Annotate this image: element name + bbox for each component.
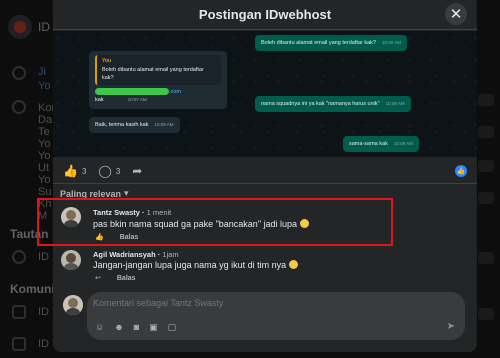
share-icon: ➦ — [132, 164, 143, 178]
sort-label: Paling relevan — [60, 188, 122, 199]
comment-icon: ◯ — [98, 164, 112, 178]
comment-author[interactable]: Agil Wadriansyah — [93, 250, 156, 259]
gif-icon[interactable]: ▣ — [149, 322, 158, 333]
chat-time: 10:09 AM — [393, 141, 413, 146]
close-button[interactable]: ✕ — [445, 3, 467, 25]
comment-count: 3 — [115, 166, 121, 176]
quoted-text: Boleh dibantu alamat email yang terdafta… — [102, 66, 204, 81]
like-count: 3 — [81, 166, 87, 176]
current-user-avatar — [63, 295, 83, 315]
comment-author-line: Agil Wadriansyah · 1jam — [93, 250, 179, 259]
send-icon[interactable]: ➤ — [447, 321, 455, 332]
comment-input[interactable] — [93, 298, 393, 308]
redacted-email — [95, 88, 169, 96]
email-domain: .com — [169, 89, 181, 95]
like-icon: 👍 — [63, 164, 78, 178]
chat-bubble: You Boleh dibantu alamat email yang terd… — [89, 51, 227, 109]
camera-icon[interactable]: ◙ — [134, 322, 139, 333]
comment-text: Jangan-jangan lupa juga nama yg ikut di … — [93, 260, 298, 270]
chat-bubble: sama-sama kak 10:09 AM — [343, 136, 419, 153]
comment-actions: ↩ Balas — [95, 274, 136, 283]
avatar[interactable] — [61, 250, 81, 270]
chat-time: 10:08 AM — [385, 101, 405, 106]
chat-text: Baik, terima kasih kak — [95, 122, 149, 128]
grin-emoji-icon — [288, 260, 298, 269]
like-stat[interactable]: 👍 3 — [63, 164, 86, 178]
modal-content[interactable]: Boleh dibantu alamat email yang terdafta… — [53, 31, 477, 352]
post-stats: 👍 3 ◯ 3 ➦ 👍 — [53, 159, 477, 183]
chat-text: sama-sama kak — [349, 141, 388, 147]
chat-text: Boleh dibantu alamat email yang terdafta… — [261, 40, 376, 46]
chat-bubble: Boleh dibantu alamat email yang terdafta… — [255, 35, 407, 52]
close-icon: ✕ — [449, 6, 463, 23]
reply-button[interactable]: Balas — [117, 275, 136, 282]
chat-time: 10:07 AM — [127, 97, 147, 103]
chat-text: nama squadnya ini ya kak "namanya harus … — [261, 101, 380, 107]
modal-header: Postingan IDwebhost ✕ — [53, 0, 477, 30]
chat-bubble: Baik, terima kasih kak 10:09 AM — [89, 117, 180, 134]
emoji-icon[interactable]: ☻ — [114, 322, 123, 333]
chat-text: kak — [95, 97, 104, 104]
comment-stat[interactable]: ◯ 3 — [98, 164, 120, 178]
highlight-box — [37, 198, 393, 246]
reply-arrow-icon[interactable]: ↩ — [95, 274, 101, 282]
post-image[interactable]: Boleh dibantu alamat email yang terdafta… — [53, 31, 477, 157]
chat-bubble: nama squadnya ini ya kak "namanya harus … — [255, 96, 411, 113]
quoted-reply: You Boleh dibantu alamat email yang terd… — [95, 55, 221, 85]
composer-tools: ☺ ☻ ◙ ▣ ▢ — [95, 322, 176, 333]
post-modal: Postingan IDwebhost ✕ Boleh dibantu alam… — [53, 0, 477, 352]
like-badge-icon: 👍 — [455, 165, 467, 177]
sticker-icon[interactable]: ▢ — [168, 322, 177, 333]
chat-time: 10:36 AM — [381, 40, 401, 45]
modal-title: Postingan IDwebhost — [198, 7, 332, 22]
share-button[interactable]: ➦ — [132, 164, 142, 178]
avatar-sticker-icon[interactable]: ☺ — [95, 322, 104, 333]
chat-time: 10:09 AM — [154, 122, 174, 127]
divider — [53, 183, 477, 184]
comment-composer: ☺ ☻ ◙ ▣ ▢ ➤ — [87, 292, 465, 340]
quoted-author: You — [102, 58, 112, 64]
comment-time[interactable]: 1jam — [162, 250, 178, 259]
